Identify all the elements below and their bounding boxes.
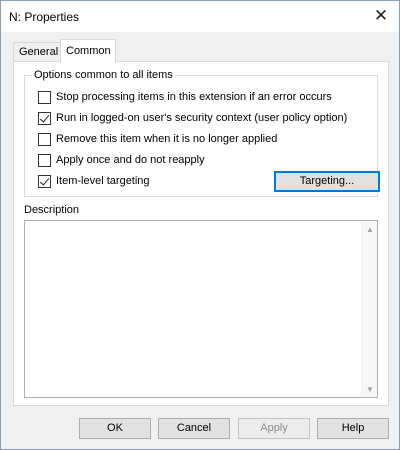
title-bar[interactable]: N: Properties ✕ <box>1 1 399 32</box>
option-run-in-user-context[interactable]: Run in logged-on user's security context… <box>38 110 347 126</box>
tab-common[interactable]: Common <box>60 39 116 63</box>
option-label: Apply once and do not reapply <box>56 154 205 166</box>
apply-once-checkbox[interactable] <box>38 153 51 167</box>
description-textarea[interactable]: ▲ ▼ <box>24 220 378 398</box>
common-tab-panel: Options common to all items Stop process… <box>13 61 389 406</box>
help-button[interactable]: Help <box>317 418 389 439</box>
description-scrollbar[interactable]: ▲ ▼ <box>361 221 377 397</box>
option-apply-once[interactable]: Apply once and do not reapply <box>38 152 205 168</box>
scroll-down-icon[interactable]: ▼ <box>362 381 378 397</box>
stop-processing-checkbox[interactable] <box>38 90 51 104</box>
option-stop-processing[interactable]: Stop processing items in this extension … <box>38 89 332 105</box>
window-title: N: Properties <box>9 10 80 24</box>
remove-item-checkbox[interactable] <box>38 132 51 146</box>
option-item-level-targeting[interactable]: Item-level targeting <box>38 173 150 189</box>
ok-button[interactable]: OK <box>79 418 151 439</box>
targeting-button[interactable]: Targeting... <box>274 171 380 192</box>
apply-button[interactable]: Apply <box>238 418 310 439</box>
option-label: Run in logged-on user's security context… <box>56 112 348 124</box>
option-remove-item[interactable]: Remove this item when it is no longer ap… <box>38 131 277 147</box>
tab-general[interactable]: General <box>13 42 61 62</box>
description-label: Description <box>24 204 80 216</box>
run-in-user-context-checkbox[interactable] <box>38 111 51 125</box>
options-group-legend: Options common to all items <box>32 69 175 81</box>
cancel-button[interactable]: Cancel <box>158 418 230 439</box>
option-label: Remove this item when it is no longer ap… <box>56 133 278 145</box>
option-label: Item-level targeting <box>56 175 150 187</box>
options-group-box: Options common to all items Stop process… <box>24 69 380 197</box>
scroll-up-icon[interactable]: ▲ <box>362 221 378 237</box>
item-level-targeting-checkbox[interactable] <box>38 174 51 188</box>
close-icon[interactable]: ✕ <box>367 3 395 29</box>
option-label: Stop processing items in this extension … <box>56 91 332 103</box>
properties-dialog: N: Properties ✕ General Common Options c… <box>0 0 400 450</box>
